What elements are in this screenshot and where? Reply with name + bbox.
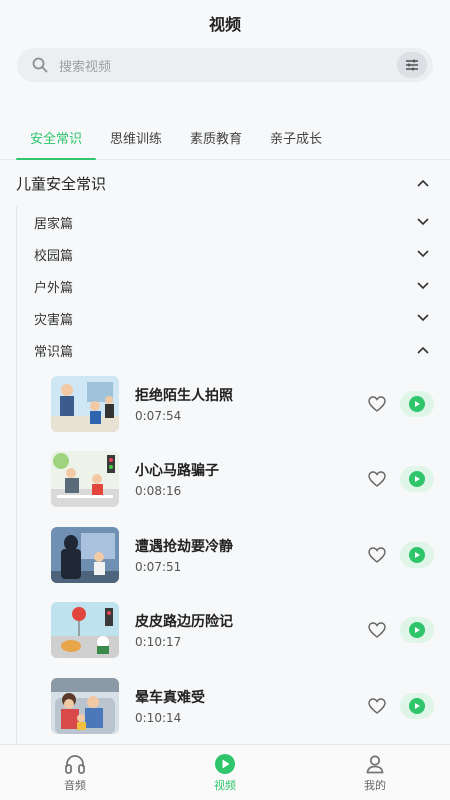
- nav-video[interactable]: 视频: [185, 753, 265, 793]
- nav-video-label: 视频: [214, 778, 236, 792]
- video-thumbnail[interactable]: [51, 375, 119, 432]
- heart-icon[interactable]: [366, 695, 388, 717]
- heart-icon[interactable]: [366, 619, 388, 641]
- play-button[interactable]: [400, 390, 434, 417]
- page-title: 视频: [208, 15, 241, 34]
- subcategory-label: 户外篇: [34, 280, 74, 296]
- video-thumbnail[interactable]: [51, 526, 119, 583]
- chevron-down-icon: [416, 215, 430, 229]
- tab-safety[interactable]: 安全常识: [16, 120, 97, 160]
- play-button[interactable]: [400, 541, 434, 568]
- video-thumbnail[interactable]: [51, 602, 119, 659]
- video-info: 遭遇抢劫要冷静 0:07:51: [135, 536, 366, 574]
- video-title: 皮皮路边历险记: [135, 614, 233, 631]
- subcategory-label: 常识篇: [34, 344, 74, 360]
- subcategory-panel: 居家篇 校园篇 户外篇 灾害篇 常识篇 拒绝陌生人拍照 0:07:54 小心马路…: [16, 206, 450, 744]
- subcategory-common-sense[interactable]: 常识篇: [17, 334, 450, 366]
- video-list-item[interactable]: 小心马路骗子 0:08:16: [17, 442, 450, 518]
- nav-audio[interactable]: 音频: [35, 753, 115, 793]
- chevron-down-icon: [416, 311, 430, 325]
- heart-icon[interactable]: [366, 544, 388, 566]
- video-list-item[interactable]: 晕车真难受 0:10:14: [17, 668, 450, 744]
- play-icon: [409, 395, 425, 412]
- video-list-item[interactable]: 拒绝陌生人拍照 0:07:54: [17, 366, 450, 442]
- filter-icon: [406, 59, 418, 71]
- subcategory-label: 灾害篇: [34, 312, 74, 328]
- section-title: 儿童安全常识: [16, 174, 107, 193]
- category-tabs: 安全常识 思维训练 素质教育 亲子成长: [0, 120, 450, 160]
- video-duration: 0:08:16: [135, 484, 182, 499]
- video-title: 晕车真难受: [135, 689, 205, 706]
- video-info: 晕车真难受 0:10:14: [135, 687, 366, 725]
- heart-icon[interactable]: [366, 468, 388, 490]
- search-input[interactable]: 搜索视频: [59, 56, 397, 75]
- bottom-navigation: 音频 视频 我的: [0, 744, 450, 800]
- nav-profile[interactable]: 我的: [335, 753, 415, 793]
- video-thumbnail[interactable]: [51, 677, 119, 734]
- play-icon: [409, 697, 425, 714]
- subcategory-outdoor[interactable]: 户外篇: [17, 270, 450, 302]
- search-icon: [31, 56, 49, 74]
- tab-parenting[interactable]: 亲子成长: [256, 120, 336, 159]
- play-button[interactable]: [400, 692, 434, 719]
- play-button[interactable]: [400, 466, 434, 493]
- video-title: 拒绝陌生人拍照: [135, 387, 233, 404]
- filter-button[interactable]: [397, 52, 427, 78]
- chevron-up-icon: [416, 343, 430, 357]
- headphones-icon: [63, 753, 87, 775]
- play-icon: [409, 471, 425, 488]
- video-duration: 0:07:51: [135, 559, 182, 574]
- chevron-down-icon: [416, 247, 430, 261]
- app-header: 视频: [0, 0, 450, 46]
- video-list-item[interactable]: 皮皮路边历险记 0:10:17: [17, 593, 450, 669]
- video-thumbnail[interactable]: [51, 451, 119, 508]
- video-title: 小心马路骗子: [135, 463, 219, 480]
- video-duration: 0:10:14: [135, 710, 182, 725]
- chevron-down-icon: [416, 279, 430, 293]
- subcategory-label: 校园篇: [34, 248, 74, 264]
- video-info: 小心马路骗子 0:08:16: [135, 460, 366, 498]
- video-info: 拒绝陌生人拍照 0:07:54: [135, 385, 366, 423]
- subcategory-disaster[interactable]: 灾害篇: [17, 302, 450, 334]
- video-info: 皮皮路边历险记 0:10:17: [135, 611, 366, 649]
- heart-icon[interactable]: [366, 393, 388, 415]
- search-bar-container: 搜索视频: [0, 46, 450, 82]
- play-button[interactable]: [400, 617, 434, 644]
- play-icon: [409, 622, 425, 639]
- section-header[interactable]: 儿童安全常识: [0, 160, 450, 206]
- nav-profile-label: 我的: [364, 778, 386, 792]
- video-list-item[interactable]: 遭遇抢劫要冷静 0:07:51: [17, 517, 450, 593]
- search-bar[interactable]: 搜索视频: [17, 48, 433, 82]
- tab-thinking[interactable]: 思维训练: [96, 120, 176, 159]
- nav-audio-label: 音频: [64, 778, 86, 792]
- chevron-up-icon: [416, 176, 430, 190]
- subcategory-campus[interactable]: 校园篇: [17, 238, 450, 270]
- subcategory-label: 居家篇: [34, 216, 74, 232]
- video-duration: 0:10:17: [135, 635, 182, 650]
- play-icon: [409, 546, 425, 563]
- user-icon: [363, 753, 387, 775]
- subcategory-home[interactable]: 居家篇: [17, 206, 450, 238]
- play-circle-icon: [213, 753, 237, 775]
- video-duration: 0:07:54: [135, 408, 182, 423]
- tab-quality[interactable]: 素质教育: [176, 120, 256, 159]
- video-title: 遭遇抢劫要冷静: [135, 538, 233, 555]
